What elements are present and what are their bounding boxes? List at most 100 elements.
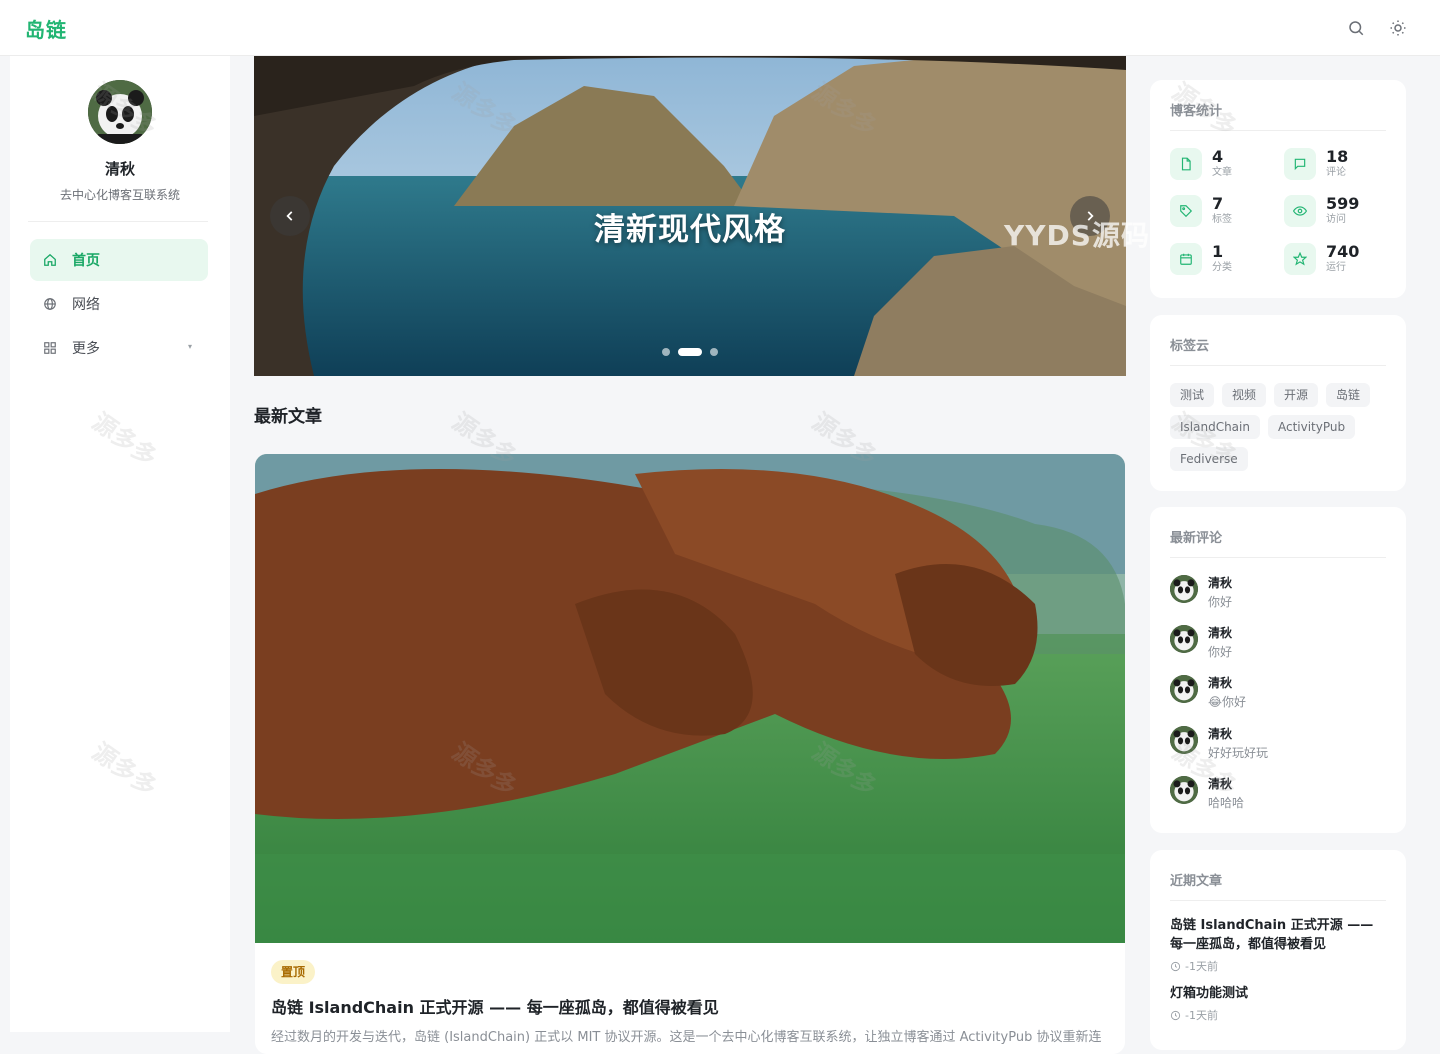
stat-label: 运行 [1326, 262, 1346, 273]
sidebar-item-label: 更多 [72, 341, 100, 357]
home-icon [42, 252, 58, 268]
carousel-dot[interactable] [710, 348, 718, 356]
calendar-icon [1170, 243, 1202, 275]
site-logo[interactable]: 岛链 [25, 14, 67, 43]
stat-label: 评论 [1326, 167, 1346, 178]
recent-post-item[interactable]: 岛链 IslandChain 正式开源 —— 每一座孤岛，都值得被看见 -1天前 [1170, 916, 1390, 974]
tag-chip[interactable]: ActivityPub [1267, 415, 1356, 439]
sun-icon[interactable] [1387, 17, 1409, 39]
comment-item[interactable]: 清秋 哈哈哈 [1170, 776, 1244, 812]
stat-value: 740 [1326, 242, 1360, 261]
star-icon [1284, 243, 1316, 275]
carousel-prev-button[interactable] [270, 196, 310, 236]
post-cover-image[interactable] [255, 454, 1125, 943]
carousel-dot-active[interactable] [678, 348, 702, 356]
comment-author: 清秋 [1208, 727, 1233, 741]
sidebar-item-more[interactable]: 更多 ▾ [30, 327, 208, 369]
tag-chip[interactable]: 岛链 [1326, 383, 1371, 407]
comment-author: 清秋 [1208, 626, 1233, 640]
recent-post-time: -1天前 [1170, 958, 1390, 974]
tag-chip[interactable]: IslandChain [1170, 415, 1260, 439]
widget-title: 博客统计 [1170, 104, 1223, 119]
tag-chip[interactable]: 开源 [1274, 383, 1319, 407]
section-title: 最新文章 [254, 407, 322, 427]
post-title[interactable]: 岛链 IslandChain 正式开源 —— 每一座孤岛，都值得被看见 [271, 994, 719, 1018]
comment-author: 清秋 [1208, 676, 1233, 690]
widget-title: 最新评论 [1170, 531, 1223, 546]
pinned-badge: 置顶 [271, 960, 316, 984]
tag-icon [1170, 195, 1202, 227]
divider [1170, 365, 1386, 366]
stat-label: 分类 [1212, 262, 1232, 273]
avatar [1170, 776, 1198, 804]
time-text: -1天前 [1185, 1009, 1218, 1022]
divider [1170, 557, 1386, 558]
stat-value: 18 [1326, 147, 1349, 166]
carousel-dot[interactable] [662, 348, 670, 356]
stat-label: 文章 [1212, 167, 1232, 178]
comment-text: 你好 [1208, 595, 1233, 609]
divider [1170, 900, 1386, 901]
grid-icon [42, 340, 58, 356]
avatar [1170, 625, 1198, 653]
stat-uptime: 740 运行 [1284, 243, 1359, 275]
avatar [1170, 675, 1198, 703]
recent-post-time: -1天前 [1170, 1007, 1390, 1023]
globe-icon [42, 296, 58, 312]
comment-text: 哈哈哈 [1208, 796, 1245, 810]
sidebar-item-label: 首页 [72, 253, 100, 269]
carousel-title: 清新现代风格 [594, 212, 786, 248]
recent-post-title[interactable]: 灯箱功能测试 [1170, 984, 1390, 1003]
message-icon [1284, 148, 1316, 180]
stat-value: 7 [1212, 194, 1224, 213]
stat-label: 标签 [1212, 214, 1232, 225]
divider [28, 221, 208, 222]
profile-subtitle: 去中心化博客互联系统 [59, 188, 180, 202]
widget-title: 标签云 [1170, 339, 1210, 354]
stat-value: 1 [1212, 242, 1224, 261]
sidebar-item-network[interactable]: 网络 [30, 283, 208, 325]
tag-cloud-widget: 标签云 测试 视频 开源 岛链 IslandChain ActivityPub … [1150, 315, 1406, 491]
comment-text: 😂你好 [1208, 695, 1247, 709]
search-icon[interactable] [1345, 17, 1367, 39]
comment-item[interactable]: 清秋 你好 [1170, 625, 1232, 661]
stat-categories: 1 分类 [1170, 243, 1232, 275]
comment-text: 好好玩好玩 [1208, 746, 1269, 760]
comment-text: 你好 [1208, 645, 1233, 659]
post-excerpt: 经过数月的开发与迭代，岛链 (IslandChain) 正式以 MIT 协议开源… [271, 1030, 1102, 1045]
eye-icon [1284, 195, 1316, 227]
hero-carousel[interactable]: 清新现代风格 [254, 56, 1126, 376]
carousel-next-button[interactable] [1070, 196, 1110, 236]
latest-comments-widget: 最新评论 清秋 你好 清秋 你好 清秋 😂你好 清秋 好好玩好玩 清秋 哈哈哈 [1150, 507, 1406, 833]
tag-chip[interactable]: 视频 [1222, 383, 1267, 407]
stat-label: 访问 [1326, 214, 1346, 225]
widget-title: 近期文章 [1170, 874, 1223, 889]
recent-posts-widget: 近期文章 岛链 IslandChain 正式开源 —— 每一座孤岛，都值得被看见… [1150, 850, 1406, 1050]
avatar [1170, 575, 1198, 603]
sidebar-item-home[interactable]: 首页 [30, 239, 208, 281]
chevron-right-icon [1087, 211, 1094, 221]
tag-chip[interactable]: 测试 [1170, 383, 1215, 407]
post-card[interactable]: 置顶 岛链 IslandChain 正式开源 —— 每一座孤岛，都值得被看见 经… [255, 454, 1125, 1054]
clock-icon [1170, 961, 1181, 971]
top-header: 岛链 [0, 0, 1440, 56]
file-icon [1170, 148, 1202, 180]
stat-posts: 4 文章 [1170, 148, 1232, 180]
sidebar-item-label: 网络 [72, 297, 100, 313]
comment-item[interactable]: 清秋 好好玩好玩 [1170, 726, 1268, 762]
comment-item[interactable]: 清秋 😂你好 [1170, 675, 1246, 711]
tag-list: 测试 视频 开源 岛链 IslandChain ActivityPub Fedi… [1170, 383, 1390, 471]
carousel-dots [254, 348, 1126, 356]
clock-icon [1170, 1010, 1181, 1020]
left-sidebar: 清秋 去中心化博客互联系统 首页 网络 更多 ▾ [10, 56, 230, 1032]
time-text: -1天前 [1185, 960, 1218, 973]
recent-post-item[interactable]: 灯箱功能测试 -1天前 [1170, 984, 1390, 1023]
profile-name: 清秋 [104, 160, 135, 178]
tag-chip[interactable]: Fediverse [1170, 447, 1248, 471]
comment-item[interactable]: 清秋 你好 [1170, 575, 1232, 611]
stat-comments: 18 评论 [1284, 148, 1348, 180]
avatar[interactable] [88, 80, 152, 144]
chevron-left-icon [286, 211, 293, 221]
recent-post-title[interactable]: 岛链 IslandChain 正式开源 —— 每一座孤岛，都值得被看见 [1170, 916, 1390, 954]
stat-tags: 7 标签 [1170, 195, 1232, 227]
